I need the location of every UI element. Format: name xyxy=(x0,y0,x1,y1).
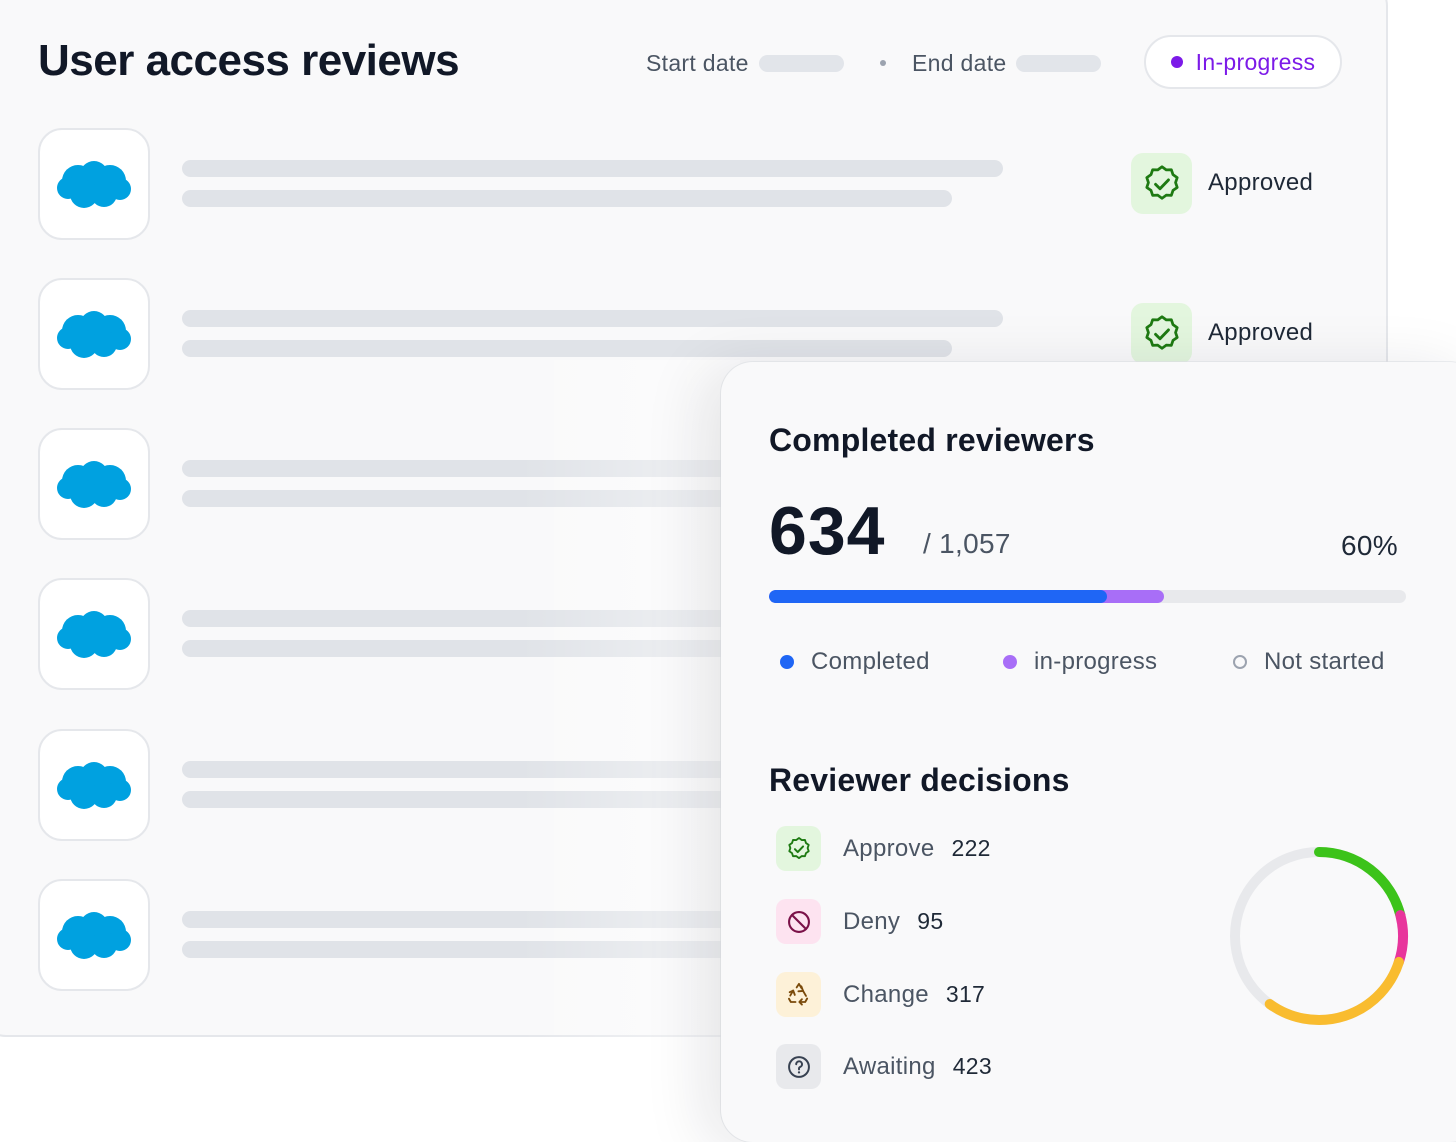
donut-slice-deny xyxy=(1393,910,1408,967)
completed-reviewers-title: Completed reviewers xyxy=(769,422,1095,458)
salesforce-cloud-icon xyxy=(57,311,131,358)
legend-dot-in-progress xyxy=(1003,655,1017,669)
decision-count: 95 xyxy=(917,908,944,934)
app-tile xyxy=(38,428,150,540)
app-tile xyxy=(38,729,150,841)
end-date[interactable]: End date xyxy=(912,48,1102,78)
app-tile xyxy=(38,879,150,991)
start-date-label: Start date xyxy=(646,49,749,76)
approved-badge xyxy=(1131,303,1192,364)
decisions-donut-chart xyxy=(1230,847,1408,1025)
legend-in-progress: in-progress xyxy=(1003,648,1157,676)
completed-percent: 60% xyxy=(1341,530,1398,561)
decision-label: Awaiting xyxy=(843,1052,936,1080)
decision-label: Approve xyxy=(843,834,935,862)
salesforce-cloud-icon xyxy=(57,762,131,809)
check-badge-icon xyxy=(1144,314,1179,350)
text-skeleton xyxy=(182,340,952,357)
legend-label: Not started xyxy=(1264,648,1385,675)
app-tile xyxy=(38,578,150,690)
legend-dot-not-started xyxy=(1233,655,1247,669)
reviewer-stats-card: Completed reviewers 634 / 1,057 60% Comp… xyxy=(721,362,1456,1142)
decision-label: Change xyxy=(843,980,929,1008)
decision-count: 423 xyxy=(952,1053,992,1079)
completed-count: 634 xyxy=(769,493,886,569)
donut-slice-change xyxy=(1264,956,1404,1025)
status-badge[interactable]: In-progress xyxy=(1144,35,1342,89)
decision-approve[interactable]: Approve 222 xyxy=(776,826,991,871)
check-badge-icon xyxy=(1144,164,1179,200)
reviewer-decisions-title: Reviewer decisions xyxy=(769,762,1070,798)
text-skeleton xyxy=(182,160,1003,177)
text-skeleton xyxy=(182,190,952,207)
decision-change[interactable]: Change 317 xyxy=(776,972,985,1017)
progress-bar xyxy=(769,590,1406,603)
start-date[interactable]: Start date xyxy=(646,48,844,78)
salesforce-cloud-icon xyxy=(57,611,131,658)
date-separator xyxy=(880,60,886,66)
decision-label: Deny xyxy=(843,907,901,935)
progress-completed-segment xyxy=(769,590,1107,603)
page-title: User access reviews xyxy=(38,36,460,85)
end-date-value-placeholder xyxy=(1016,54,1102,72)
approved-badge xyxy=(1131,153,1192,214)
recycle-icon xyxy=(787,982,808,1005)
text-skeleton xyxy=(182,310,1003,327)
question-circle-icon xyxy=(787,1055,810,1078)
change-icon-tile xyxy=(776,972,821,1017)
status-dot xyxy=(1170,56,1183,68)
prohibited-icon xyxy=(787,910,810,933)
legend-label: in-progress xyxy=(1034,648,1158,675)
deny-icon-tile xyxy=(776,899,821,944)
legend-completed: Completed xyxy=(780,648,930,676)
start-date-value-placeholder xyxy=(758,54,844,72)
donut-slice-approve xyxy=(1314,847,1406,921)
approve-icon-tile xyxy=(776,826,821,871)
status-text: In-progress xyxy=(1195,48,1316,75)
decision-awaiting[interactable]: Awaiting 423 xyxy=(776,1044,992,1089)
salesforce-cloud-icon xyxy=(57,461,131,508)
decision-count: 317 xyxy=(945,981,986,1007)
review-status: Approved xyxy=(1208,319,1314,346)
salesforce-cloud-icon xyxy=(57,161,131,208)
app-tile xyxy=(38,128,150,240)
total-count: / 1,057 xyxy=(923,528,1011,559)
salesforce-cloud-icon xyxy=(57,912,131,959)
review-row[interactable]: Approved xyxy=(38,128,1358,240)
check-badge-icon xyxy=(787,836,810,859)
review-status: Approved xyxy=(1208,169,1314,196)
legend-dot-completed xyxy=(780,655,794,669)
overlay-fade xyxy=(520,360,740,1060)
awaiting-icon-tile xyxy=(776,1044,821,1089)
legend-label: Completed xyxy=(811,648,930,675)
decision-count: 222 xyxy=(951,835,991,861)
decision-deny[interactable]: Deny 95 xyxy=(776,899,943,944)
end-date-label: End date xyxy=(912,49,1007,76)
app-tile xyxy=(38,278,150,390)
legend-not-started: Not started xyxy=(1233,648,1385,676)
